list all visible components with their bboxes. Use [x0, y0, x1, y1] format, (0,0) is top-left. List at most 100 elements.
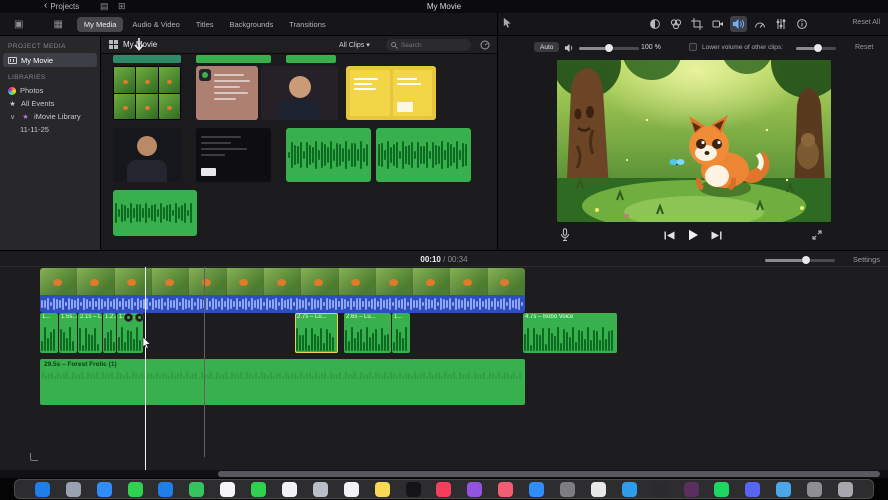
sidebar-item-my-movie[interactable]: My Movie	[3, 53, 97, 67]
dock-icon-mail[interactable]	[158, 481, 174, 497]
dock-icon-spotify[interactable]	[714, 481, 730, 497]
dock-icon-discord[interactable]	[745, 481, 761, 497]
skip-forward-button[interactable]	[711, 231, 722, 240]
media-thumbnail-document[interactable]	[196, 66, 258, 120]
skip-back-button[interactable]	[664, 231, 675, 240]
ducking-checkbox[interactable]	[689, 43, 697, 51]
mouse-cursor	[142, 337, 151, 349]
sidebar-item-imovie-library[interactable]: ∨ ★ iMovie Library	[0, 110, 100, 123]
fullscreen-icon[interactable]	[812, 230, 822, 240]
audio-clip-label: 4.7s – Bobo Voice	[525, 314, 574, 320]
dock-icon-vscode[interactable]	[621, 481, 637, 497]
color-correction-icon[interactable]	[667, 16, 684, 32]
sidebar-item-photos[interactable]: Photos	[0, 84, 100, 97]
reset-all-button[interactable]: Reset All	[852, 19, 880, 26]
tab-audio-video[interactable]: Audio & Video	[125, 17, 186, 32]
audio-clip[interactable]: 2.7s – Lu...	[295, 313, 338, 353]
media-thumbnail-forest-clips[interactable]	[113, 66, 181, 120]
speed-icon[interactable]	[772, 16, 789, 32]
audio-effect-badge-icon[interactable]	[135, 313, 144, 322]
dock-icon-podcasts[interactable]	[467, 481, 483, 497]
camera-import-icon[interactable]: ▦	[53, 19, 62, 30]
timeline-settings-button[interactable]: Settings	[853, 255, 880, 264]
dock-icon-slack[interactable]	[683, 481, 699, 497]
clip-filter-dropdown[interactable]: All Clips ▾	[339, 41, 370, 50]
dock-icon-terminal[interactable]	[652, 481, 668, 497]
timeline[interactable]: 1...1.5s...2.1s – L...1.2...1.3s...2.7s …	[0, 267, 888, 470]
dock-icon-contacts[interactable]	[312, 481, 328, 497]
search-box[interactable]	[386, 39, 471, 51]
music-clip[interactable]: 29.5s – Forest Frolic (1)	[40, 359, 525, 405]
dock-icon-tv[interactable]	[405, 481, 421, 497]
noise-reduction-icon[interactable]	[751, 16, 768, 32]
dock-icon-news[interactable]	[498, 481, 514, 497]
sidebar-item-event-date[interactable]: 11-11-25	[0, 123, 100, 136]
dock-icon-settings[interactable]	[560, 481, 576, 497]
media-pane-icon[interactable]: ▣	[14, 19, 23, 30]
tab-transitions[interactable]: Transitions	[282, 17, 332, 32]
dock-icon-photos[interactable]	[220, 481, 236, 497]
tab-titles[interactable]: Titles	[189, 17, 221, 32]
media-thumbnail-audio[interactable]	[376, 128, 471, 182]
volume-slider-knob[interactable]	[605, 44, 613, 52]
dock-icon-maps[interactable]	[189, 481, 205, 497]
tab-backgrounds[interactable]: Backgrounds	[222, 17, 280, 32]
dock-icon-launchpad[interactable]	[65, 481, 81, 497]
zoom-slider-knob[interactable]	[802, 256, 810, 264]
color-balance-icon[interactable]	[646, 16, 663, 32]
media-thumbnail-webcam[interactable]	[113, 128, 181, 182]
playhead[interactable]	[145, 267, 146, 470]
media-thumbnail-slides[interactable]	[346, 66, 436, 120]
play-button[interactable]	[687, 229, 699, 241]
dock-icon-chrome[interactable]	[590, 481, 606, 497]
dock-icon-appstore[interactable]	[529, 481, 545, 497]
audio-clip[interactable]: 1.2...	[103, 313, 116, 353]
dock-icon-reminders[interactable]	[343, 481, 359, 497]
media-thumbnail-partial[interactable]	[286, 55, 336, 63]
reset-button[interactable]: Reset	[855, 44, 873, 51]
disclosure-icon[interactable]: ∨	[8, 113, 17, 121]
ducking-slider-knob[interactable]	[814, 44, 822, 52]
video-filmstrip	[40, 268, 525, 295]
media-thumbnail-partial[interactable]	[196, 55, 271, 63]
tab-my-media[interactable]: My Media	[76, 16, 124, 32]
media-thumbnail-presenter[interactable]	[261, 66, 338, 120]
dock-icon-finder[interactable]	[34, 481, 50, 497]
dock-icon-facetime[interactable]	[251, 481, 267, 497]
dock-icon-trash[interactable]	[838, 481, 854, 497]
media-thumbnail-audio[interactable]	[113, 190, 197, 236]
audio-clip[interactable]: 4.7s – Bobo Voice	[523, 313, 617, 353]
dock-icon-downloads[interactable]	[807, 481, 823, 497]
volume-icon[interactable]	[730, 16, 747, 32]
clip-info-icon[interactable]	[793, 16, 810, 32]
crop-icon[interactable]	[688, 16, 705, 32]
scrollbar-thumb[interactable]	[218, 471, 880, 477]
media-thumbnail-screen-recording[interactable]	[196, 128, 271, 182]
audio-effect-badge-icon[interactable]	[124, 313, 133, 322]
audio-clip[interactable]: 2.1s – L...	[78, 313, 102, 353]
dock-icon-safari[interactable]	[96, 481, 112, 497]
audio-clip[interactable]: 2.6s – Lu...	[344, 313, 391, 353]
ducking-slider[interactable]	[796, 44, 836, 52]
audio-clip[interactable]: 1...	[40, 313, 58, 353]
dock-icon-folder[interactable]	[776, 481, 792, 497]
dock-icon-calendar[interactable]	[282, 481, 298, 497]
video-clip[interactable]	[40, 268, 525, 313]
grid-view-icon[interactable]	[109, 40, 118, 49]
appearance-settings-icon[interactable]	[480, 40, 490, 50]
media-thumbnail-partial[interactable]	[113, 55, 181, 63]
timeline-zoom-slider[interactable]	[765, 256, 835, 264]
pointer-tool-icon[interactable]	[502, 17, 513, 28]
dock-icon-notes[interactable]	[374, 481, 390, 497]
media-thumbnail-audio[interactable]	[286, 128, 371, 182]
dock-icon-messages[interactable]	[127, 481, 143, 497]
audio-clip[interactable]: 1.5s...	[59, 313, 77, 353]
timeline-scrollbar[interactable]	[0, 470, 888, 478]
stabilization-icon[interactable]	[709, 16, 726, 32]
audio-clip[interactable]: 1...	[392, 313, 410, 353]
search-input[interactable]	[401, 41, 461, 49]
dock-icon-music[interactable]	[436, 481, 452, 497]
auto-button[interactable]: Auto	[534, 42, 560, 52]
sidebar-item-all-events[interactable]: ★ All Events	[0, 97, 100, 110]
volume-slider[interactable]	[579, 44, 639, 52]
